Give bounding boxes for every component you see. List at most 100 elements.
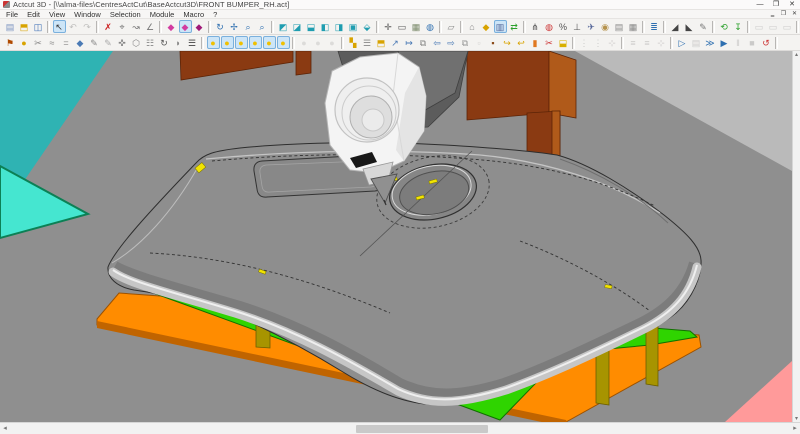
press-yellow-button[interactable]: ⬓ bbox=[557, 36, 570, 49]
view-right-button[interactable]: ◨ bbox=[333, 20, 346, 33]
new-file-button[interactable]: ▤ bbox=[4, 20, 17, 33]
undo-red-button[interactable]: ↺ bbox=[760, 36, 773, 49]
pencil-edit-button[interactable]: ✎ bbox=[697, 20, 710, 33]
pan-view-button[interactable]: ✢ bbox=[228, 20, 241, 33]
frame-post-right[interactable] bbox=[467, 51, 549, 120]
sphere-gold-button[interactable]: ● bbox=[18, 36, 31, 49]
moon-gray-button[interactable]: ◗ bbox=[172, 36, 185, 49]
viewport-3d[interactable]: ▴ ▾ bbox=[0, 51, 800, 422]
compare-button[interactable]: ≈ bbox=[46, 36, 59, 49]
knife-b-button[interactable]: ◣ bbox=[683, 20, 696, 33]
bulb-points-button[interactable]: ● bbox=[207, 36, 220, 49]
view-bottom-button[interactable]: ⬙ bbox=[361, 20, 374, 33]
list-b-button[interactable]: ☰ bbox=[361, 36, 374, 49]
curve-gold-a-button[interactable]: ↪ bbox=[501, 36, 514, 49]
machine-view-button[interactable]: ▥ bbox=[494, 20, 507, 33]
child-restore-button[interactable]: ❐ bbox=[778, 10, 789, 19]
view-iso-button[interactable]: ◩ bbox=[277, 20, 290, 33]
orange-box-button[interactable]: ▮ bbox=[529, 36, 542, 49]
sim-play-button[interactable]: ▶ bbox=[718, 36, 731, 49]
menu-item-edit[interactable]: Edit bbox=[27, 10, 40, 19]
move-point-button[interactable]: ⌖ bbox=[116, 20, 129, 33]
scroll-down-arrow[interactable]: ▾ bbox=[795, 415, 798, 422]
part-pink-a-button[interactable]: ◆ bbox=[165, 20, 178, 33]
panel-a-button[interactable]: ▤ bbox=[613, 20, 626, 33]
select-cursor-button[interactable]: ↖ bbox=[53, 20, 66, 33]
scroll-left-arrow[interactable]: ◂ bbox=[0, 423, 10, 434]
close-button[interactable]: ✕ bbox=[784, 0, 800, 10]
percent-scale-button[interactable]: % bbox=[557, 20, 570, 33]
loop-dark-button[interactable]: ↻ bbox=[158, 36, 171, 49]
menu-item-view[interactable]: View bbox=[49, 10, 65, 19]
bulb-machine-button[interactable]: ● bbox=[263, 36, 276, 49]
snip-red-button[interactable]: ✂ bbox=[543, 36, 556, 49]
menu-item-help[interactable]: ? bbox=[213, 10, 217, 19]
view-left-button[interactable]: ◧ bbox=[319, 20, 332, 33]
copy-frame-button[interactable]: ⧉ bbox=[459, 36, 472, 49]
copy-cc-button[interactable]: ⧉ bbox=[417, 36, 430, 49]
part-gold-button[interactable]: ◆ bbox=[480, 20, 493, 33]
path-tree-button[interactable]: ⋔ bbox=[529, 20, 542, 33]
vertical-scrollbar[interactable]: ▴ ▾ bbox=[792, 51, 800, 422]
arrow-left-button[interactable]: ⇦ bbox=[431, 36, 444, 49]
pin-tack-button[interactable]: ✜ bbox=[116, 36, 129, 49]
render-globe-button[interactable]: ◍ bbox=[424, 20, 437, 33]
save-button[interactable]: ◫ bbox=[32, 20, 45, 33]
frame-post-foot-face[interactable] bbox=[552, 111, 560, 161]
bulb-surfaces-button[interactable]: ● bbox=[235, 36, 248, 49]
bulb-curves-button[interactable]: ● bbox=[221, 36, 234, 49]
menu-item-macro[interactable]: Macro bbox=[183, 10, 204, 19]
menu-item-module[interactable]: Module bbox=[150, 10, 175, 19]
scissors-mark-button[interactable]: ✂ bbox=[32, 36, 45, 49]
probe-plane-button[interactable]: ✈ bbox=[585, 20, 598, 33]
horizontal-scroll-thumb[interactable] bbox=[356, 425, 488, 433]
rotate-view-button[interactable]: ↻ bbox=[214, 20, 227, 33]
part-pink-b-button[interactable]: ◆ bbox=[179, 20, 192, 33]
knife-a-button[interactable]: ◢ bbox=[669, 20, 682, 33]
pencil-b-button[interactable]: ✎ bbox=[102, 36, 115, 49]
goto-up-button[interactable]: ↗ bbox=[389, 36, 402, 49]
equalize-button[interactable]: = bbox=[60, 36, 73, 49]
zoom-window-button[interactable]: ▭ bbox=[396, 20, 409, 33]
angle-edit-button[interactable]: ∠ bbox=[144, 20, 157, 33]
horizontal-scrollbar[interactable]: ◂ ▸ bbox=[0, 422, 800, 434]
eye-view-button[interactable]: ◉ bbox=[599, 20, 612, 33]
view-back-button[interactable]: ⬓ bbox=[305, 20, 318, 33]
panel-b-button[interactable]: ▦ bbox=[627, 20, 640, 33]
goto-next-button[interactable]: ↦ bbox=[403, 36, 416, 49]
screenshot-button[interactable]: ▦ bbox=[410, 20, 423, 33]
tiles-yellow-button[interactable]: ▚ bbox=[347, 36, 360, 49]
bulb-part-button[interactable]: ● bbox=[277, 36, 290, 49]
arrow-right-button[interactable]: ⇨ bbox=[445, 36, 458, 49]
view-top-button[interactable]: ▣ bbox=[347, 20, 360, 33]
brown-block-button[interactable]: ▪ bbox=[487, 36, 500, 49]
zoom-in-button[interactable]: ⌕ bbox=[242, 20, 255, 33]
menu-item-window[interactable]: Window bbox=[74, 10, 101, 19]
stack-layers-button[interactable]: ☷ bbox=[144, 36, 157, 49]
curve-edit-button[interactable]: ↝ bbox=[130, 20, 143, 33]
scroll-up-arrow[interactable]: ▴ bbox=[795, 51, 798, 58]
bulb-planes-button[interactable]: ● bbox=[249, 36, 262, 49]
scroll-right-arrow[interactable]: ▸ bbox=[790, 423, 800, 434]
fit-view-button[interactable]: ✛ bbox=[382, 20, 395, 33]
frame-post-right-face[interactable] bbox=[549, 51, 576, 118]
arch-view-button[interactable]: ⌂ bbox=[466, 20, 479, 33]
frame-post-small[interactable] bbox=[296, 51, 311, 75]
child-minimize-button[interactable]: ‗ bbox=[767, 10, 778, 19]
refresh-green-button[interactable]: ⟲ bbox=[718, 20, 731, 33]
sim-ffwd-button[interactable]: ≫ bbox=[704, 36, 717, 49]
diamond-blue-button[interactable]: ◆ bbox=[74, 36, 87, 49]
database-button[interactable]: ≣ bbox=[648, 20, 661, 33]
mouse-mode-button[interactable]: ▱ bbox=[445, 20, 458, 33]
menu-item-selection[interactable]: Selection bbox=[110, 10, 141, 19]
fixture-rib-4[interactable] bbox=[646, 323, 658, 386]
clipboard-yellow-button[interactable]: ⬒ bbox=[375, 36, 388, 49]
restore-button[interactable]: ❐ bbox=[768, 0, 784, 10]
curve-gold-b-button[interactable]: ↩ bbox=[515, 36, 528, 49]
world-frame-button[interactable]: ◍ bbox=[543, 20, 556, 33]
part-pink-c-button[interactable]: ◆ bbox=[193, 20, 206, 33]
delete-red-button[interactable]: ✗ bbox=[102, 20, 115, 33]
open-folder-button[interactable]: ⬒ bbox=[18, 20, 31, 33]
sim-step-button[interactable]: ▷ bbox=[676, 36, 689, 49]
paint-flag-button[interactable]: ⚑ bbox=[4, 36, 17, 49]
